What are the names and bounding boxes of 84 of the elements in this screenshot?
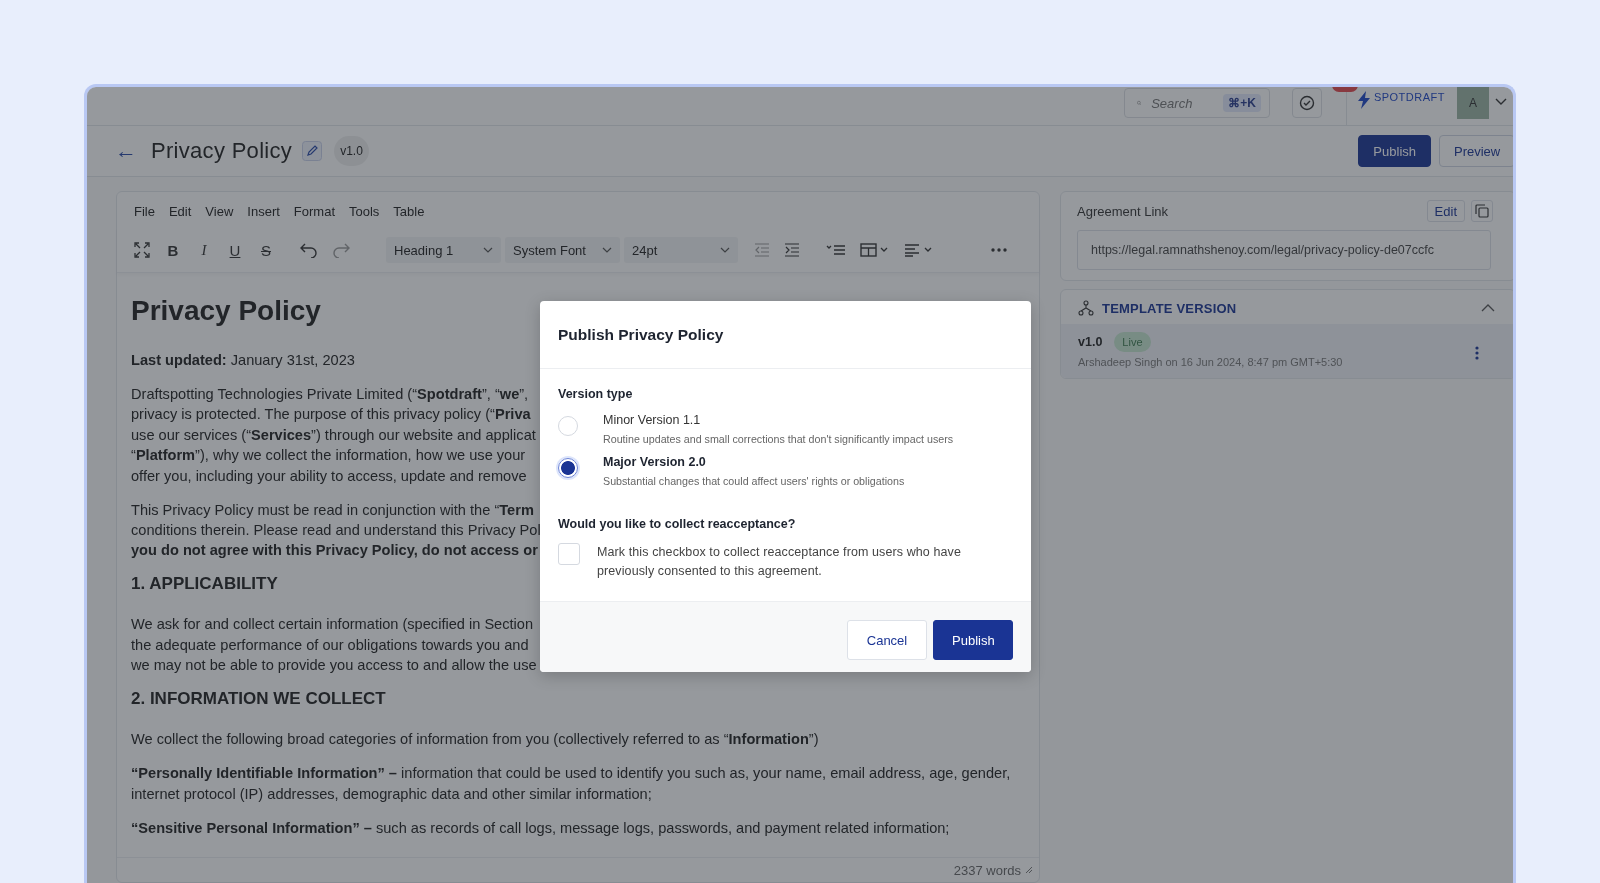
avatar[interactable]: A xyxy=(1457,87,1489,119)
version-meta: Arshadeep Singh on 16 Jun 2024, 8:47 pm GMT+5:30 xyxy=(1078,356,1344,368)
menu-item[interactable]: Insert xyxy=(247,204,280,228)
text-line: This Privacy Policy must be read in conjunction with the “Term xyxy=(131,500,534,520)
section-label: Version type xyxy=(558,387,634,401)
text-line: the adequate performance of our obligations towards you and xyxy=(131,635,529,655)
menu-item[interactable]: File xyxy=(134,204,155,228)
version-badge: v1.0 xyxy=(334,136,369,166)
menu-item[interactable]: Tools xyxy=(349,204,380,228)
preview-button[interactable]: Preview xyxy=(1439,135,1513,167)
page-title: Privacy Policy xyxy=(151,138,293,164)
dropdown[interactable]: 24pt xyxy=(624,237,738,263)
option-description: Routine updates and small corrections that don't significantly impact users xyxy=(603,433,954,445)
format-button[interactable]: B xyxy=(164,241,182,259)
text-line: you do not agree with this Privacy Policy, do not access or xyxy=(131,541,538,561)
option-label: Minor Version 1.1 xyxy=(603,413,702,427)
option-description: Substantial changes that could affect users' rights or obligations xyxy=(603,475,905,487)
document-title: Privacy Policy xyxy=(131,294,322,328)
paragraph: “Sensitive Personal Information” – such as records of call logs, message logs, passwords, and payment related information; xyxy=(131,818,951,838)
text-line: offer you, including your ability to access, update and remove xyxy=(131,466,527,486)
check-circle-icon xyxy=(1298,95,1315,111)
search-field[interactable]: Search ⌘+K xyxy=(1123,88,1270,118)
logo-text: SPOTDRAFT xyxy=(1373,91,1445,103)
radio-button[interactable] xyxy=(558,458,578,478)
format-button[interactable]: S xyxy=(257,241,275,259)
checkbox-label: Mark this checkbox to collect reacceptance from users who have previously consented to this agreement. xyxy=(597,544,962,580)
pencil-icon[interactable] xyxy=(302,141,323,161)
card-title: Agreement Link xyxy=(1077,203,1169,219)
chevron-down-icon[interactable] xyxy=(1495,98,1507,106)
menu-item[interactable]: View xyxy=(205,204,234,228)
menu-item[interactable]: Table xyxy=(393,204,425,228)
checkbox[interactable] xyxy=(558,543,580,565)
text-line: Draftspotting Technologies Private Limited (“Spotdraft”, “we”, xyxy=(131,385,529,404)
indent-icon[interactable] xyxy=(784,243,800,257)
align-icon[interactable] xyxy=(904,243,934,257)
section-title: TEMPLATE VERSION xyxy=(1102,300,1237,316)
dropdown[interactable]: System Font xyxy=(505,237,620,263)
text-line: we may not be able to provide you access to and allow the use xyxy=(131,656,537,676)
bolt-icon xyxy=(1356,91,1371,109)
version-number: v1.0 xyxy=(1078,335,1103,349)
cancel-button[interactable]: Cancel xyxy=(847,620,927,660)
hierarchy-icon xyxy=(1078,300,1094,316)
text-line: We ask for and collect certain information (specified in Section xyxy=(131,615,534,635)
table-icon[interactable] xyxy=(860,243,890,257)
paragraph: “Personally Identifiable Information” – information that could be used to identify you such as, your name, email address, age, gender, internet protocol (IP) addresses, demographic data and other similar information; xyxy=(131,764,1012,804)
word-count: 2337 words xyxy=(953,862,1021,878)
section-heading: 2. INFORMATION WE COLLECT xyxy=(131,689,387,710)
more-icon[interactable] xyxy=(991,248,1007,252)
list-icon[interactable] xyxy=(826,243,846,257)
back-button[interactable]: ← xyxy=(115,138,137,164)
text-line: “Platform”), why we collect the information, how we use your xyxy=(131,446,526,466)
url-field[interactable]: https://legal.ramnathshenoy.com/legal/privacy-policy-de07ccfc xyxy=(1077,230,1491,270)
menu-item[interactable]: Format xyxy=(293,204,335,228)
kebab-menu-icon[interactable] xyxy=(1475,346,1479,360)
undo-icon[interactable] xyxy=(300,242,318,258)
redo-icon[interactable] xyxy=(332,242,350,258)
chevron-icon[interactable] xyxy=(1481,304,1495,312)
notification-button[interactable] xyxy=(1291,88,1322,118)
paragraph: Last updated: January 31st, 2023 xyxy=(131,351,356,370)
text-line: conditions therein. Please read and understand this Privacy Pol xyxy=(131,521,541,541)
shortcut-hint: ⌘+K xyxy=(1223,94,1261,112)
caret-icon xyxy=(483,247,493,253)
caret-icon xyxy=(720,247,730,253)
text-line: privacy is protected. The purpose of this privacy policy (“Priva xyxy=(131,405,531,425)
publish-button[interactable]: Publish xyxy=(933,620,1013,660)
publish-button[interactable]: Publish xyxy=(1358,135,1431,167)
version-item[interactable]: v1.0 Live Arshadeep Singh on 16 Jun 2024, 8:47 pm GMT+5:30 xyxy=(1061,324,1513,378)
edit-button[interactable]: Edit xyxy=(1426,200,1465,222)
section-heading: 1. APPLICABILITY xyxy=(131,574,279,595)
status-badge: Live xyxy=(1114,332,1151,352)
resize-handle-icon[interactable] xyxy=(1025,866,1033,874)
dialog-title: Publish Privacy Policy xyxy=(558,326,724,343)
format-button[interactable]: U xyxy=(226,241,244,259)
menu-item[interactable]: Edit xyxy=(168,204,192,228)
question-label: Would you like to collect reacceptance? xyxy=(558,517,797,531)
caret-icon xyxy=(602,247,612,253)
format-button[interactable]: I xyxy=(195,241,213,259)
paragraph: We collect the following broad categories of information from you (collectively referred to as “Information”) xyxy=(131,730,820,750)
fullscreen-icon[interactable] xyxy=(134,242,150,258)
option-label: Major Version 2.0 xyxy=(603,455,707,469)
copy-button[interactable] xyxy=(1471,200,1493,222)
search-input[interactable]: Search xyxy=(1149,94,1216,112)
text-line: use our services (“Services”) through our website and applicat xyxy=(131,425,536,445)
dropdown[interactable]: Heading 1 xyxy=(386,237,501,263)
